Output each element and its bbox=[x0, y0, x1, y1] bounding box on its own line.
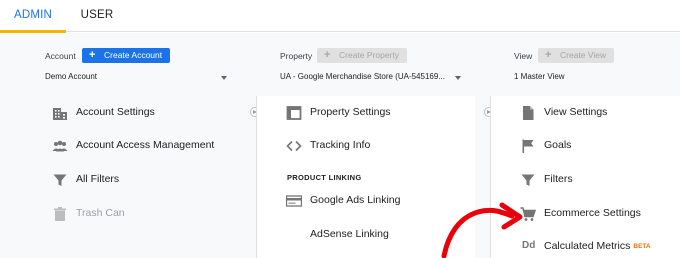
ecommerce-settings-label: Ecommerce Settings bbox=[544, 207, 641, 219]
account-settings-label: Account Settings bbox=[76, 106, 155, 118]
annotation-arrow-icon bbox=[441, 202, 523, 258]
people-icon bbox=[52, 140, 68, 152]
account-column: Account Settings Account Access Manageme… bbox=[45, 96, 235, 258]
property-settings-label: Property Settings bbox=[310, 106, 391, 118]
create-view-label: Create View bbox=[560, 50, 607, 60]
trash-can-icon bbox=[54, 207, 66, 221]
google-ads-linking-label: Google Ads Linking bbox=[310, 194, 401, 206]
tab-user[interactable]: USER bbox=[80, 0, 114, 32]
trash-can-label: Trash Can bbox=[76, 207, 125, 219]
view-filters-label: Filters bbox=[544, 173, 573, 185]
view-column-label: View bbox=[514, 51, 533, 61]
card-icon bbox=[286, 195, 302, 207]
property-selector[interactable]: UA - Google Merchandise Store (UA-545169… bbox=[280, 70, 448, 84]
document-icon bbox=[523, 106, 534, 120]
tab-user-label: USER bbox=[80, 9, 114, 21]
account-access-management-item[interactable]: Account Access Management bbox=[45, 129, 235, 163]
tab-admin[interactable]: ADMIN bbox=[0, 0, 66, 33]
tracking-info-item[interactable]: Tracking Info bbox=[279, 129, 475, 163]
account-selector-value: Demo Account bbox=[45, 72, 98, 81]
tab-admin-label: ADMIN bbox=[13, 9, 53, 21]
flag-icon bbox=[522, 139, 534, 153]
calculated-metrics-label: Calculated Metrics BETA bbox=[544, 240, 651, 252]
code-brackets-icon bbox=[286, 140, 302, 152]
plus-icon: + bbox=[545, 49, 552, 61]
property-settings-item[interactable]: Property Settings bbox=[279, 96, 475, 130]
funnel-icon bbox=[53, 174, 67, 186]
property-column-label: Property bbox=[280, 51, 313, 61]
plus-icon: + bbox=[324, 49, 331, 61]
view-filters-item[interactable]: Filters bbox=[513, 163, 680, 197]
window-icon bbox=[286, 106, 302, 120]
goals-item[interactable]: Goals bbox=[513, 129, 680, 163]
view-selector-value: 1 Master View bbox=[514, 72, 565, 81]
account-dropdown-caret-icon[interactable] bbox=[221, 76, 227, 80]
all-filters-label: All Filters bbox=[76, 173, 120, 185]
product-linking-section-title: PRODUCT LINKING bbox=[287, 173, 362, 182]
view-selector[interactable]: 1 Master View bbox=[514, 70, 674, 84]
ecommerce-settings-item[interactable]: Ecommerce Settings bbox=[513, 197, 680, 231]
create-account-button[interactable]: + Create Account bbox=[82, 48, 171, 63]
all-filters-item[interactable]: All Filters bbox=[45, 163, 235, 197]
account-selector[interactable]: Demo Account bbox=[45, 70, 230, 84]
account-access-management-label: Account Access Management bbox=[76, 139, 215, 151]
create-account-label: Create Account bbox=[104, 50, 163, 60]
plus-icon: + bbox=[89, 49, 96, 61]
create-view-button[interactable]: + Create View bbox=[538, 48, 615, 63]
goals-label: Goals bbox=[544, 139, 572, 151]
view-settings-item[interactable]: View Settings bbox=[513, 96, 680, 130]
admin-user-tabs: ADMIN USER bbox=[0, 0, 680, 33]
calculated-metrics-item[interactable]: Dd Calculated Metrics BETA bbox=[513, 230, 680, 258]
building-icon bbox=[53, 108, 67, 120]
funnel-icon bbox=[521, 174, 535, 186]
create-property-button[interactable]: + Create Property bbox=[317, 48, 407, 63]
tracking-info-label: Tracking Info bbox=[310, 139, 371, 151]
calculated-metrics-text: Calculated Metrics bbox=[544, 240, 631, 252]
view-settings-label: View Settings bbox=[544, 106, 608, 118]
property-dropdown-caret-icon[interactable] bbox=[455, 76, 461, 80]
account-column-label: Account bbox=[45, 51, 76, 61]
adsense-linking-label: AdSense Linking bbox=[310, 228, 389, 240]
beta-badge: BETA bbox=[633, 243, 651, 250]
account-settings-item[interactable]: Account Settings bbox=[45, 96, 235, 130]
create-property-label: Create Property bbox=[339, 50, 399, 60]
trash-can-item[interactable]: Trash Can bbox=[45, 197, 235, 231]
property-selector-value: UA - Google Merchandise Store (UA-545169… bbox=[280, 72, 445, 81]
